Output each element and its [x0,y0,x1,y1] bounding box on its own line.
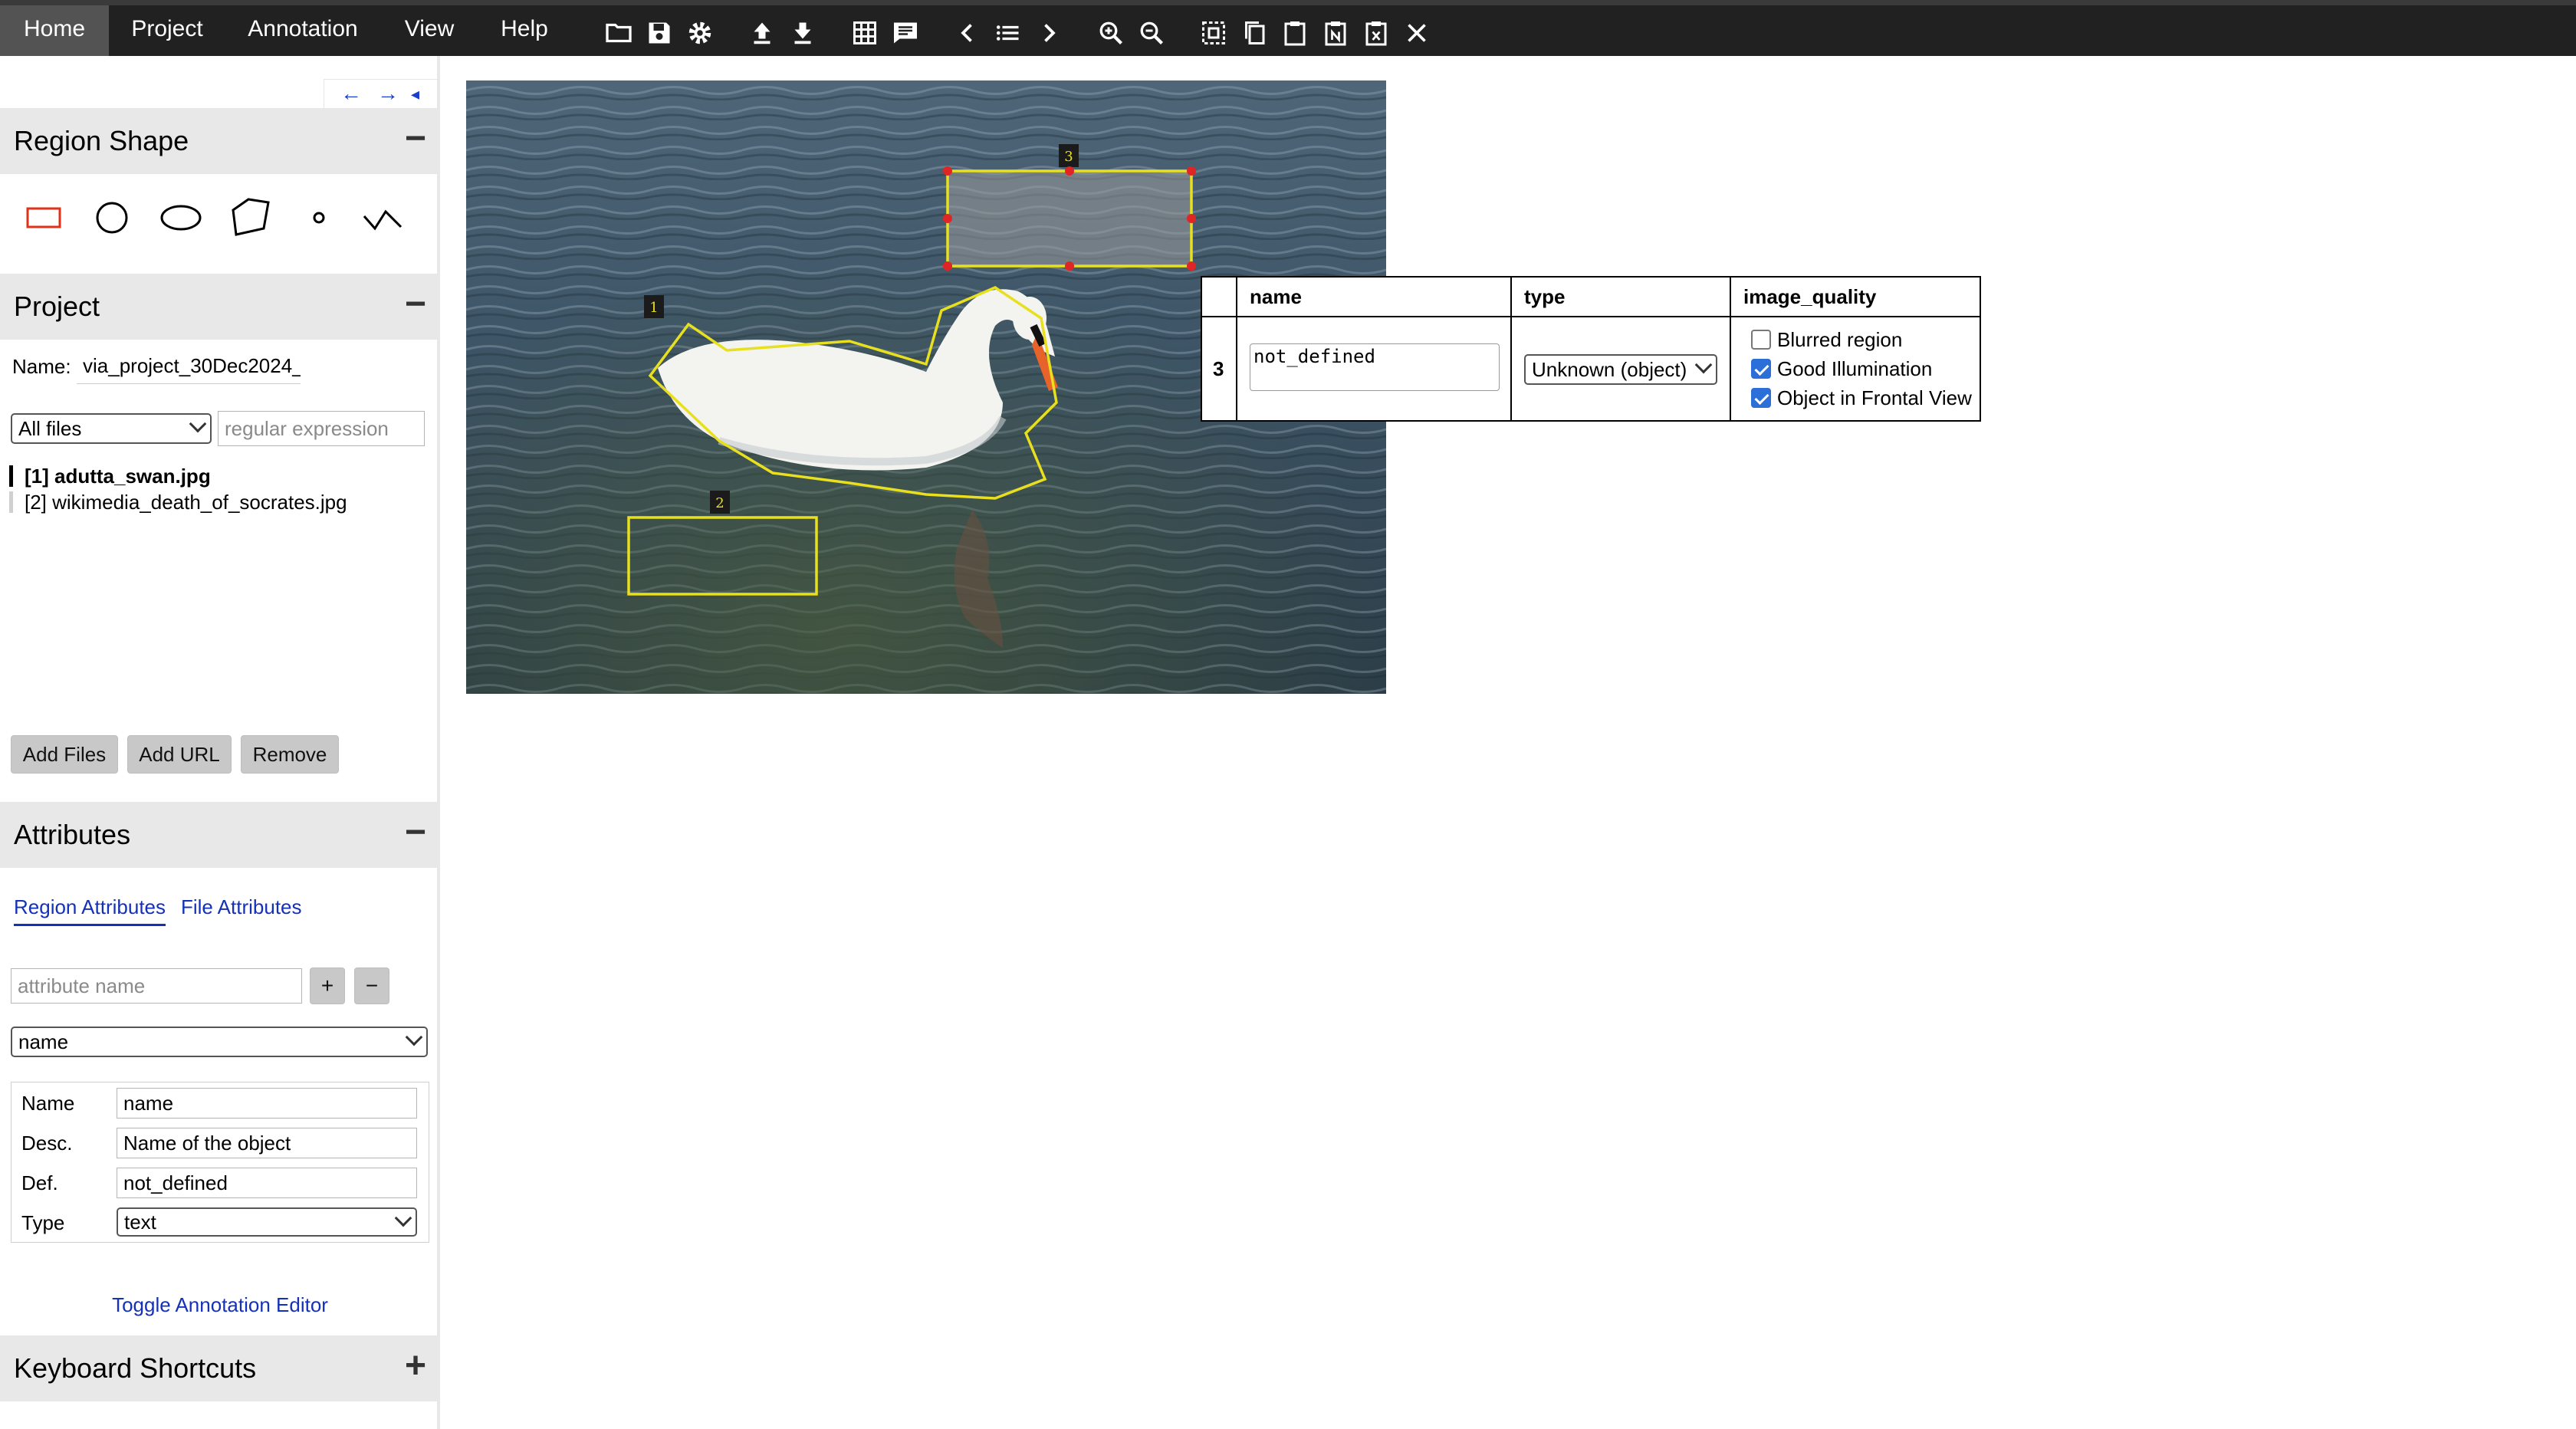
file-list-item[interactable]: [2] wikimedia_death_of_socrates.jpg [25,491,347,514]
toggle-annotation-editor-link[interactable]: Toggle Annotation Editor [0,1293,440,1317]
chevron-down-icon [189,415,207,433]
collapse-toggle[interactable]: − [405,283,426,325]
tab-file-attributes[interactable]: File Attributes [181,895,302,919]
tab-region-attributes[interactable]: Region Attributes [14,895,166,926]
grid-view-icon[interactable] [851,19,879,47]
ellipse-shape-icon[interactable] [159,195,202,238]
good-illumination-checkbox[interactable] [1751,359,1771,379]
expand-toggle[interactable]: + [405,1345,426,1387]
upload-icon[interactable] [748,19,776,47]
nav-right-arrow[interactable]: → [377,81,399,106]
keyboard-shortcuts-header[interactable]: Keyboard Shortcuts + [0,1335,440,1401]
good-illumination-label: Good Illumination [1777,357,1933,380]
folder-open-icon[interactable] [605,19,632,47]
menu-annotation[interactable]: Annotation [238,5,368,56]
selected-file-marker [9,465,13,487]
zoom-out-icon[interactable] [1138,19,1165,47]
frontal-view-label: Object in Frontal View [1777,386,1972,409]
region-name-textarea[interactable]: not_defined [1250,343,1500,391]
blurred-region-checkbox[interactable] [1751,330,1771,350]
close-icon[interactable] [1403,19,1431,47]
column-header-type: type [1524,285,1566,308]
blurred-region-label: Blurred region [1777,328,1903,351]
previous-icon[interactable] [954,19,981,47]
attr-type-value: text [124,1211,156,1234]
add-url-button[interactable]: Add URL [127,735,232,774]
region-3-label: 3 [1064,149,1073,165]
chevron-down-icon [405,1028,423,1046]
region-id-cell: 3 [1213,357,1224,380]
menu-help[interactable]: Help [488,5,561,56]
project-name-label: Name: [12,355,71,378]
frontal-view-checkbox[interactable] [1751,388,1771,408]
region-type-select[interactable]: Unknown (object) [1524,354,1717,385]
attribute-select-value: name [18,1030,69,1053]
region-shape-header[interactable]: Region Shape − [0,108,440,174]
file-marker [9,491,13,513]
paste-n-icon[interactable] [1322,19,1349,47]
attribute-select[interactable]: name [11,1027,428,1057]
attr-name-label: Name [21,1092,75,1115]
attributes-title: Attributes [14,819,131,850]
download-icon[interactable] [789,19,816,47]
collapse-panel-arrow[interactable]: ◂ [411,84,419,104]
attr-name-field[interactable]: name [117,1088,417,1119]
collapse-toggle[interactable]: − [405,117,426,159]
attr-type-select[interactable]: text [117,1207,417,1237]
regex-filter-input[interactable]: regular expression [218,411,425,446]
remove-file-button[interactable]: Remove [241,735,339,774]
chevron-down-icon [1694,356,1713,374]
select-all-icon[interactable] [1200,19,1227,47]
settings-icon[interactable] [686,19,714,47]
remove-attribute-button[interactable]: − [354,967,389,1004]
next-icon[interactable] [1035,19,1063,47]
menu-home[interactable]: Home [0,5,109,56]
circle-shape-icon[interactable] [90,195,133,238]
polygon-shape-icon[interactable] [228,195,271,238]
rectangle-shape-icon[interactable] [23,195,66,238]
paste-icon[interactable] [1281,19,1309,47]
attr-desc-field[interactable]: Name of the object [117,1128,417,1158]
point-shape-icon[interactable] [297,195,340,238]
editor-header-divider [1202,316,1980,317]
attr-default-label: Def. [21,1171,58,1194]
region-1-label: 1 [649,300,658,316]
zoom-in-icon[interactable] [1097,19,1125,47]
attributes-header[interactable]: Attributes − [0,802,440,868]
menu-view[interactable]: View [391,5,468,56]
file-filter-value: All files [18,417,82,440]
project-header[interactable]: Project − [0,274,440,340]
annotation-editor-table: name type image_quality 3 not_defined Un… [1201,276,1981,422]
region-2-label: 2 [715,495,724,511]
collapse-toggle[interactable]: − [405,811,426,853]
nav-left-arrow[interactable]: ← [340,81,362,106]
chevron-down-icon [394,1209,412,1227]
comment-icon[interactable] [892,19,919,47]
project-name-field[interactable]: via_project_30Dec2024_ [77,349,301,384]
attribute-name-input[interactable]: attribute name [11,968,302,1004]
list-icon[interactable] [994,19,1022,47]
attr-type-label: Type [21,1211,65,1234]
keyboard-shortcuts-title: Keyboard Shortcuts [14,1352,257,1384]
add-attribute-button[interactable]: + [310,967,345,1004]
column-header-image-quality: image_quality [1743,285,1877,308]
add-files-button[interactable]: Add Files [11,735,118,774]
menu-project[interactable]: Project [121,5,213,56]
editor-id-column [1202,278,1237,420]
attr-desc-label: Desc. [21,1132,73,1155]
save-icon[interactable] [646,19,673,47]
project-title: Project [14,291,100,322]
region-type-value: Unknown (object) [1532,358,1687,381]
delete-regions-icon[interactable] [1362,19,1390,47]
copy-icon[interactable] [1240,19,1268,47]
top-menu-bar: Home Project Annotation View Help [0,0,2576,56]
region-shape-title: Region Shape [14,125,189,156]
attr-default-field[interactable]: not_defined [117,1168,417,1198]
file-filter-select[interactable]: All files [11,413,212,444]
polyline-shape-icon[interactable] [362,195,405,238]
column-header-name: name [1250,285,1302,308]
file-list-item[interactable]: [1] adutta_swan.jpg [25,465,211,488]
